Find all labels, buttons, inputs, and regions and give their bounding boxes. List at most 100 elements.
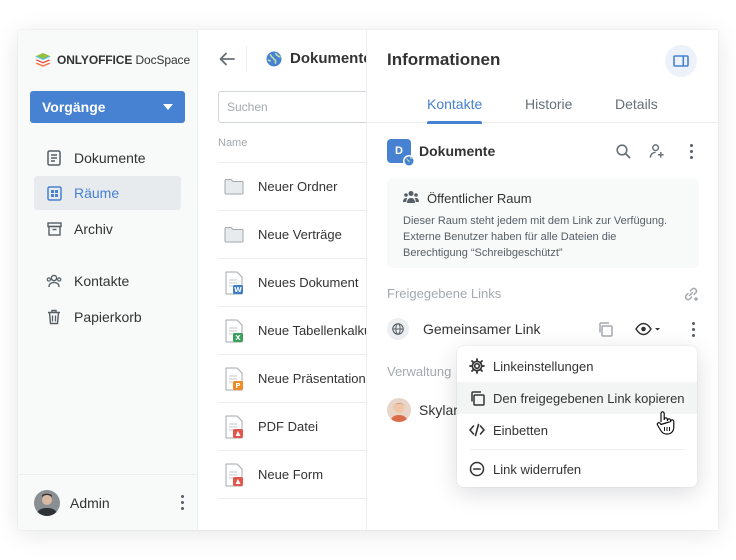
menu-item-revoke-link[interactable]: Link widerrufen (457, 453, 697, 485)
trash-icon (46, 309, 62, 325)
actions-button-label: Vorgänge (42, 99, 106, 115)
menu-item-label: Den freigegebenen Link kopieren (493, 390, 685, 406)
menu-item-label: Link widerrufen (493, 461, 582, 477)
sidebar: ONLYOFFICE DocSpace Vorgänge Dokumente R… (18, 30, 198, 530)
folder-title: Dokumente (266, 50, 366, 67)
sidebar-item-label: Dokumente (74, 150, 146, 166)
link-actions (597, 319, 701, 339)
user-menu-icon[interactable] (174, 493, 190, 513)
info-tabs: Kontakte Historie Details (367, 96, 718, 124)
archive-icon (46, 221, 62, 237)
public-room-globe-icon (403, 155, 415, 167)
pdf-file-icon (224, 415, 244, 439)
member-name: Skylar (419, 402, 458, 418)
file-name: Neue Präsentation (258, 371, 366, 386)
folder-icon (224, 175, 244, 199)
pdf-form-file-icon (224, 463, 244, 487)
room-menu-icon[interactable] (683, 141, 699, 161)
avatar (387, 398, 411, 422)
sidebar-item-dokumente[interactable]: Dokumente (34, 141, 181, 175)
sidebar-item-kontakte[interactable]: Kontakte (34, 264, 181, 298)
file-name: Neues Dokument (258, 275, 359, 290)
invite-user-icon[interactable] (649, 143, 665, 159)
file-name: Neue Tabellenkalkulation (258, 323, 366, 338)
sidebar-item-label: Papierkorb (74, 309, 142, 325)
user-name: Admin (70, 494, 110, 511)
info-panel-title: Informationen (387, 50, 501, 69)
link-globe-icon (387, 318, 409, 340)
code-icon (469, 422, 485, 438)
search-icon[interactable] (615, 143, 631, 159)
room-header: D Dokumente (387, 138, 699, 167)
menu-item-copy-link[interactable]: Den freigegebenen Link kopieren (457, 382, 697, 414)
public-room-notice: Öffentlicher Raum Dieser Raum steht jede… (387, 178, 699, 268)
toggle-info-panel-button[interactable] (665, 45, 697, 77)
sidebar-item-label: Archiv (74, 221, 113, 237)
onlyoffice-logo-icon (35, 53, 51, 67)
tab-historie[interactable]: Historie (525, 96, 572, 123)
list-item[interactable]: W Neues Dokument (218, 258, 366, 306)
shared-links-heading: Freigegebene Links (387, 286, 502, 301)
room-actions (615, 138, 699, 164)
list-item[interactable]: X Neue Tabellenkalkulation (218, 306, 366, 354)
rooms-icon (46, 185, 62, 201)
svg-text:W: W (234, 286, 242, 294)
copy-icon[interactable] (597, 321, 613, 337)
room-logo-initial: D (395, 145, 403, 157)
actions-button[interactable]: Vorgänge (30, 91, 185, 123)
sidebar-item-papierkorb[interactable]: Papierkorb (34, 300, 181, 334)
sidebar-footer: Admin (18, 474, 198, 530)
divider (246, 46, 247, 72)
shared-link-row: Gemeinsamer Link (387, 317, 699, 341)
menu-item-link-settings[interactable]: Linkeinstellungen (457, 350, 697, 382)
member-row[interactable]: Skylar (387, 398, 458, 422)
pptx-file-icon: P (224, 367, 244, 391)
admin-heading: Verwaltung (387, 364, 452, 379)
file-name: Neue Form (258, 467, 324, 482)
file-name: Neuer Ordner (258, 179, 338, 194)
globe-icon (266, 51, 282, 66)
folder-title-text: Dokumente (290, 50, 366, 67)
eye-icon[interactable] (635, 321, 661, 337)
link-context-menu: Linkeinstellungen Den freigegebenen Link… (457, 346, 697, 487)
file-name: PDF Datei (258, 419, 318, 434)
add-link-icon[interactable] (683, 286, 699, 302)
notice-title-text: Öffentlicher Raum (427, 191, 532, 206)
sidebar-item-label: Kontakte (74, 273, 130, 289)
copy-icon (469, 390, 485, 406)
folder-icon (224, 223, 244, 247)
brand-name: ONLYOFFICE DocSpace (57, 53, 191, 67)
divider (218, 498, 366, 499)
list-item[interactable]: Neue Form (218, 450, 366, 498)
link-name: Gemeinsamer Link (423, 321, 541, 337)
sidebar-item-raeume[interactable]: Räume (34, 176, 181, 210)
notice-text: Dieser Raum steht jedem mit dem Link zur… (403, 215, 668, 259)
caret-down-icon (163, 104, 173, 110)
files-panel: Dokumente Suchen Name Neuer Ordner Neue … (198, 30, 366, 530)
menu-item-label: Linkeinstellungen (493, 358, 594, 374)
file-name: Neue Verträge (258, 227, 342, 242)
svg-text:P: P (235, 382, 240, 390)
logo[interactable]: ONLYOFFICE DocSpace (34, 50, 190, 70)
sidebar-item-archiv[interactable]: Archiv (34, 212, 181, 246)
list-item[interactable]: Neue Verträge (218, 210, 366, 258)
list-item[interactable]: Neuer Ordner (218, 162, 366, 210)
menu-item-label: Einbetten (493, 422, 548, 438)
document-icon (46, 150, 62, 166)
menu-item-embed[interactable]: Einbetten (457, 414, 697, 446)
sidebar-item-label: Räume (74, 185, 120, 201)
avatar[interactable] (34, 489, 60, 516)
back-arrow-icon[interactable] (218, 50, 236, 68)
tab-kontakte[interactable]: Kontakte (427, 96, 483, 124)
revoke-icon (469, 461, 485, 477)
link-menu-icon[interactable] (685, 319, 701, 339)
search-input[interactable]: Suchen (218, 91, 366, 123)
notice-title: Öffentlicher Raum (403, 190, 683, 207)
panel-toggle-icon (673, 55, 689, 67)
column-header-name[interactable]: Name (218, 137, 247, 149)
xlsx-file-icon: X (224, 319, 244, 343)
list-item[interactable]: P Neue Präsentation (218, 354, 366, 402)
list-item[interactable]: PDF Datei (218, 402, 366, 450)
tab-details[interactable]: Details (615, 96, 658, 123)
people-icon (403, 190, 419, 207)
